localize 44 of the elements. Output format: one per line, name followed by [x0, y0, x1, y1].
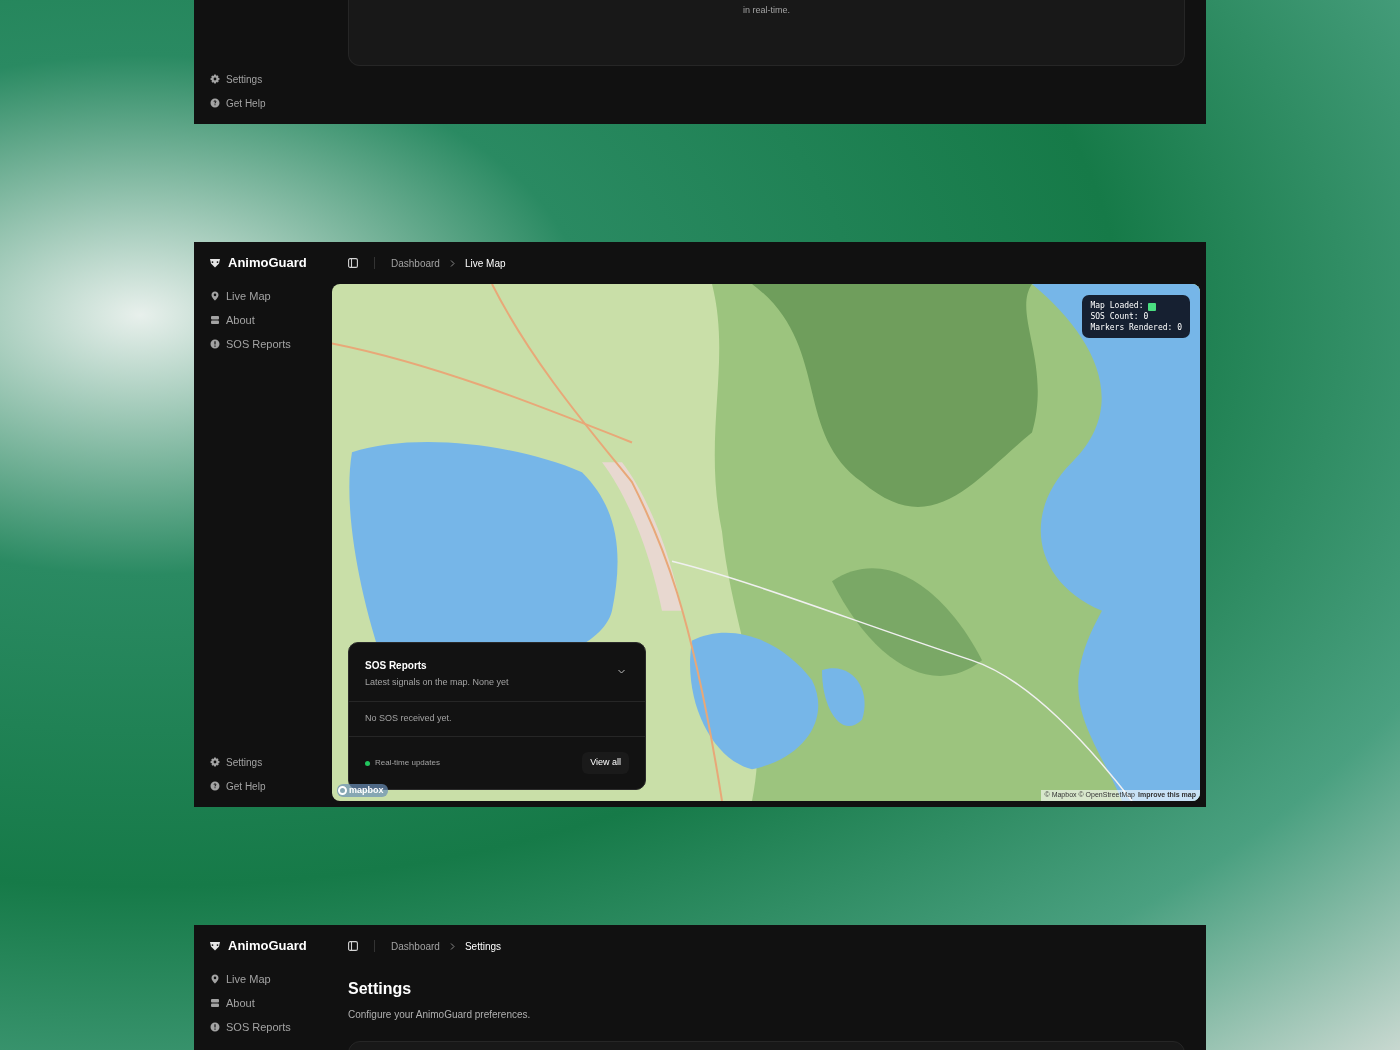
chevron-down-icon[interactable] [618, 669, 625, 674]
debug-line: SOS Count: 0 [1090, 311, 1150, 322]
alert-icon [210, 1022, 220, 1032]
sidebar-toggle-icon[interactable] [348, 941, 358, 951]
view-all-button[interactable]: View all [582, 752, 629, 774]
sidebar-item[interactable]: SOS Reports [194, 332, 332, 356]
sidebar-item[interactable]: Live Map [194, 284, 332, 308]
sidebar-item[interactable]: Get Help [194, 91, 332, 115]
shield-logo-icon [209, 941, 221, 951]
server-icon [210, 315, 220, 325]
panel-subtitle: Latest signals on the map. None yet [365, 676, 509, 689]
sidebar-item[interactable]: Settings [194, 67, 332, 91]
sidebar-item[interactable]: SOS Reports [194, 1015, 332, 1039]
sidebar-item[interactable]: Settings [194, 750, 332, 774]
map-pin-icon [210, 974, 220, 984]
map-pin-icon [210, 291, 220, 301]
page-subtitle: Configure your AnimoGuard preferences. [348, 1008, 532, 1022]
sidebar-item[interactable]: About [194, 991, 332, 1015]
chevron-right-icon [449, 942, 455, 950]
page-title: Settings [348, 979, 413, 999]
help-icon [210, 781, 220, 791]
empty-message: No SOS received yet. [365, 712, 452, 726]
server-icon [210, 998, 220, 1008]
chevron-right-icon [449, 259, 455, 267]
sidebar-item[interactable]: Live Map [194, 967, 332, 991]
breadcrumb-link[interactable]: Settings [464, 938, 502, 954]
breadcrumb-link[interactable]: Live Map [464, 255, 506, 271]
shield-logo-icon [209, 258, 221, 268]
sidebar-toggle-icon[interactable] [348, 258, 358, 268]
empty-state-text: in real-time. [743, 4, 790, 17]
brand-name: AnimoGuard [228, 937, 307, 956]
settings-icon [210, 74, 220, 84]
breadcrumb-link[interactable]: Dashboard [391, 938, 440, 954]
brand-name: AnimoGuard [228, 254, 307, 273]
breadcrumb-link[interactable]: Dashboard [391, 255, 440, 271]
help-icon [210, 98, 220, 108]
panel-title: SOS Reports [365, 659, 428, 673]
status-text: Real-time updates [375, 757, 440, 769]
sidebar-item[interactable]: About [194, 308, 332, 332]
sidebar-item[interactable]: Get Help [194, 774, 332, 798]
settings-icon [210, 757, 220, 767]
debug-line: Markers Rendered: 0 [1090, 322, 1182, 333]
alert-icon [210, 339, 220, 349]
debug-line: Map Loaded: [1090, 300, 1144, 311]
